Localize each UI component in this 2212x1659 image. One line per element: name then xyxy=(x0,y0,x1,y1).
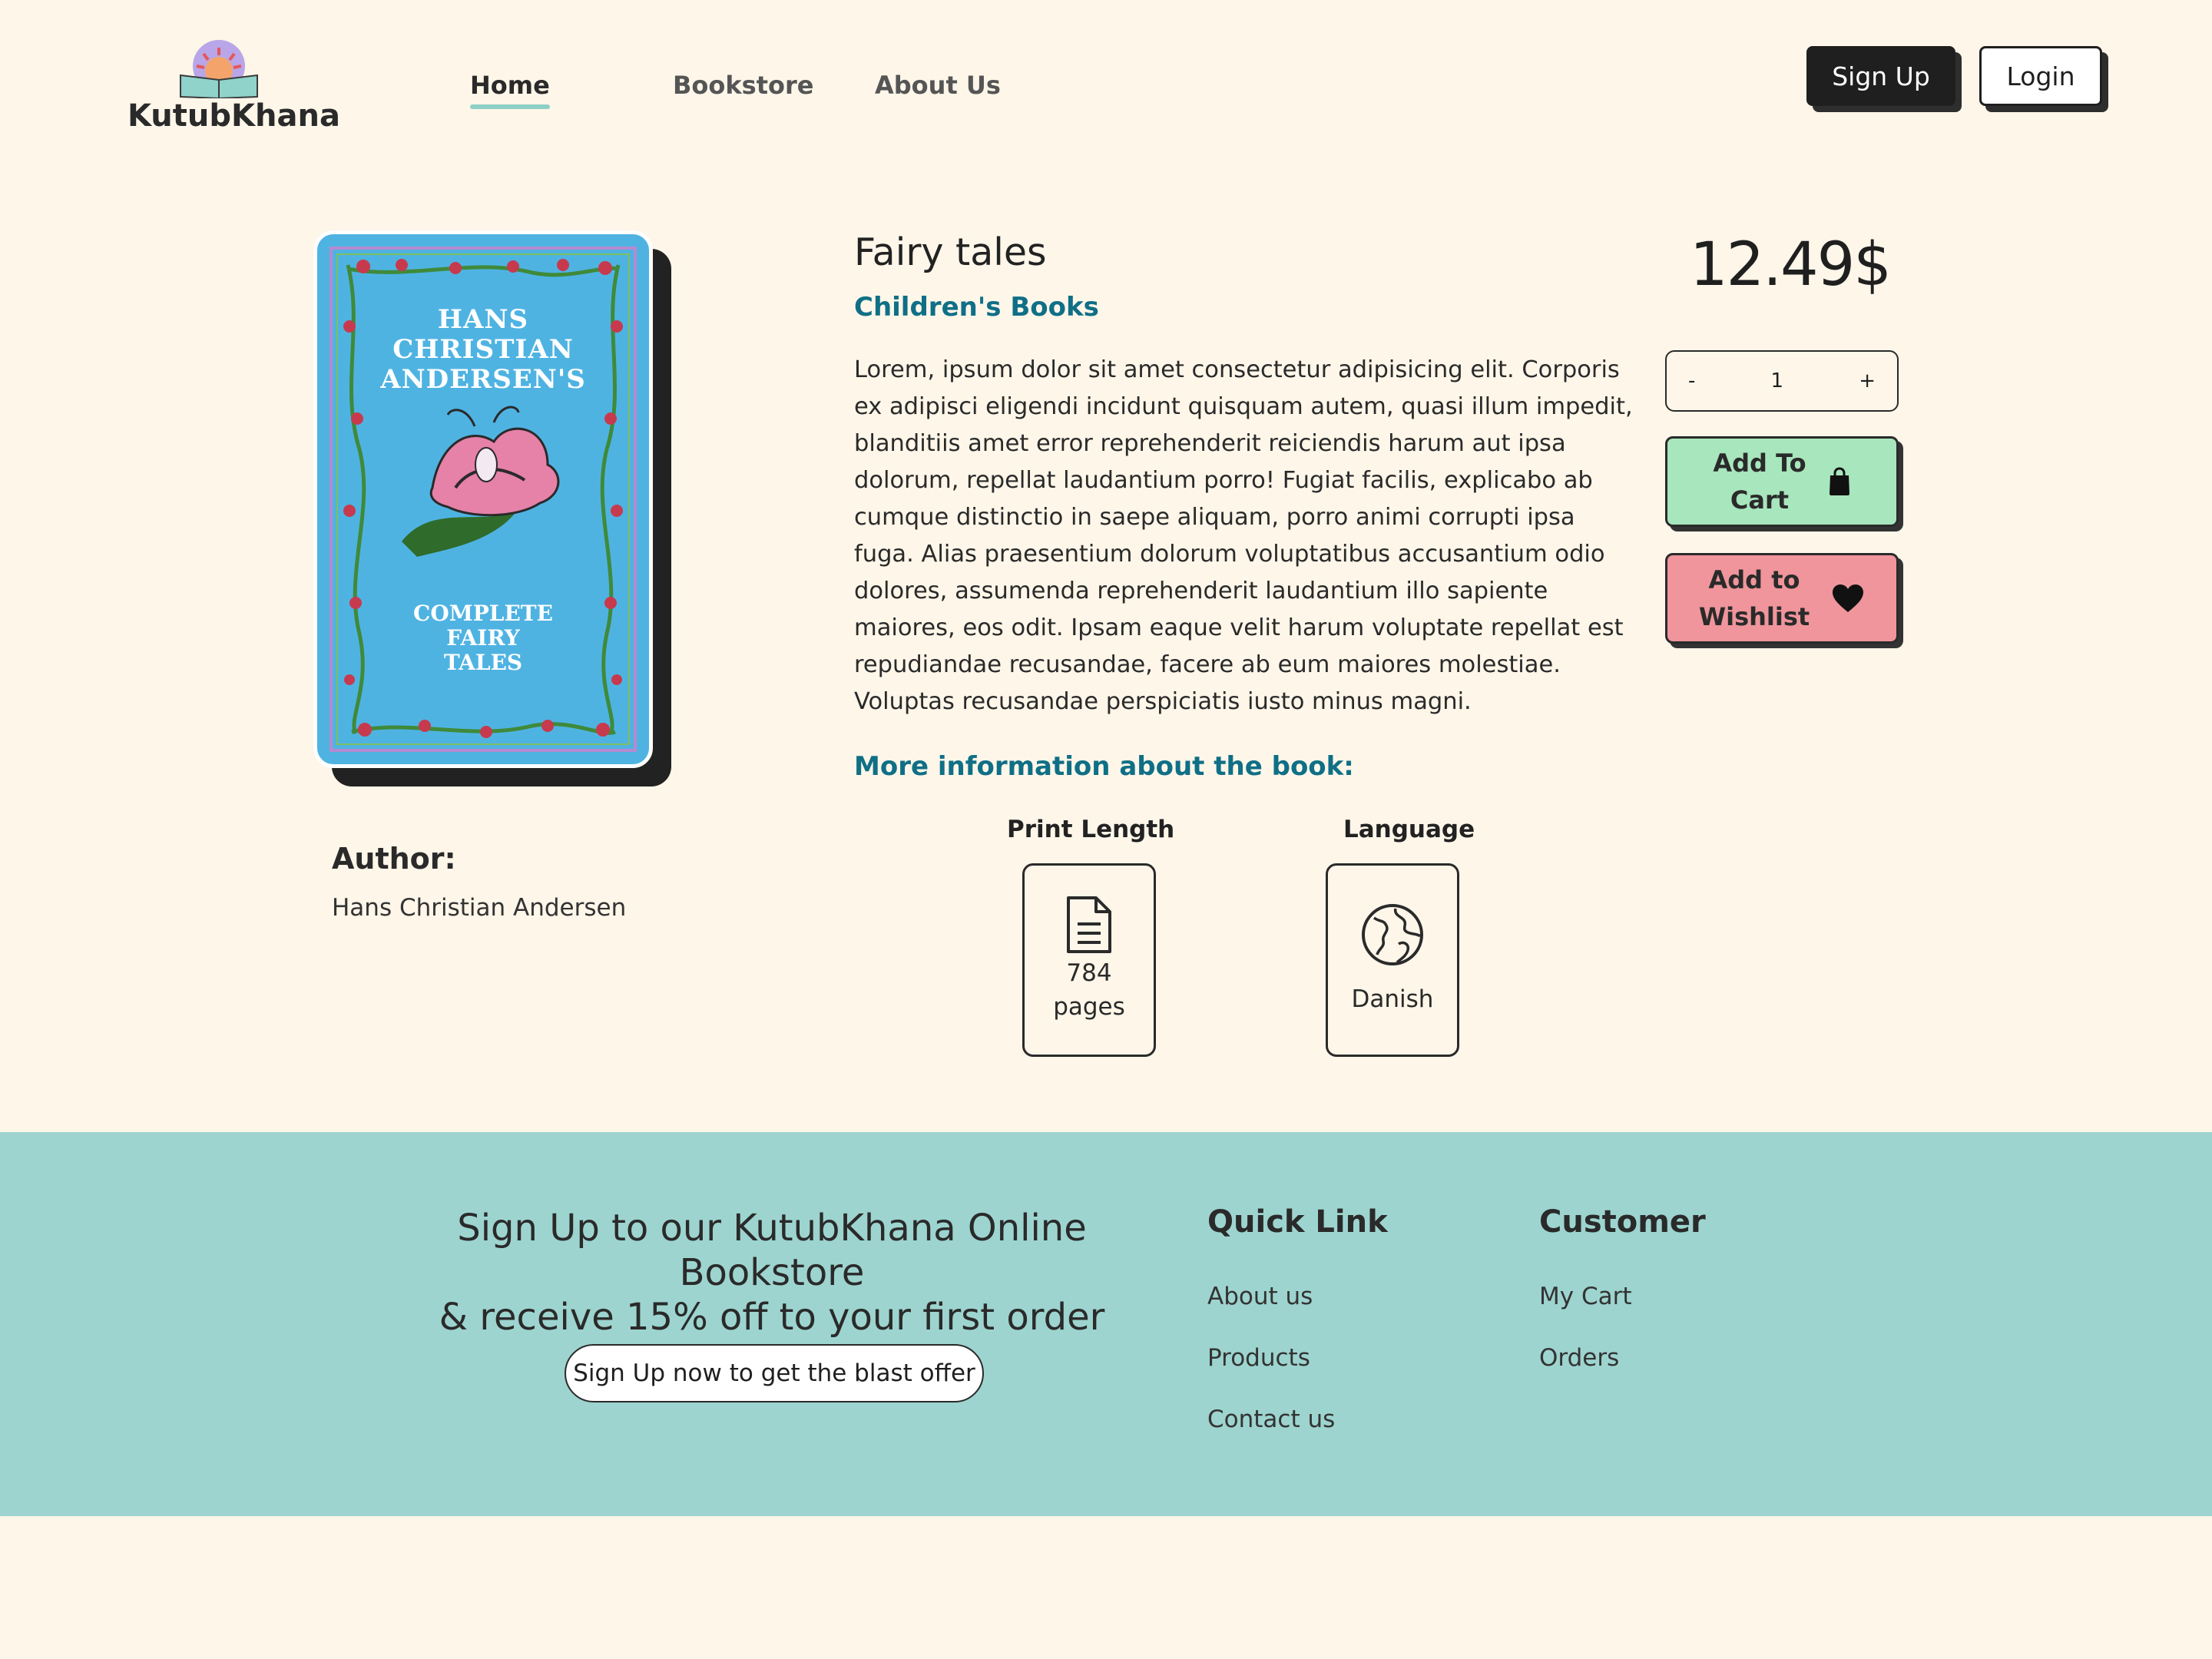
language-label: Language xyxy=(1343,816,1475,843)
quantity-value[interactable]: 1 xyxy=(1771,369,1784,392)
document-icon xyxy=(1067,896,1111,953)
promo-line-1: Sign Up to our KutubKhana Online Booksto… xyxy=(457,1207,1087,1294)
add-to-wishlist-label-1: Add to xyxy=(1708,565,1800,594)
footer-link-about-us[interactable]: About us xyxy=(1207,1283,1313,1310)
customer-heading: Customer xyxy=(1539,1204,1706,1240)
language-card: Danish xyxy=(1326,863,1459,1057)
add-to-cart-label-2: Cart xyxy=(1730,485,1790,515)
add-to-wishlist-label-2: Wishlist xyxy=(1698,602,1810,631)
signup-button[interactable]: Sign Up xyxy=(1806,46,1955,106)
cover-subtitle: COMPLETE FAIRY TALES xyxy=(413,601,553,675)
more-info-heading: More information about the book: xyxy=(854,751,1354,782)
nav-home[interactable]: Home xyxy=(470,71,550,109)
footer: Sign Up to our KutubKhana Online Booksto… xyxy=(0,1132,2212,1516)
quantity-increment-button[interactable]: + xyxy=(1859,369,1876,392)
promo-signup-button[interactable]: Sign Up now to get the blast offer xyxy=(565,1344,984,1402)
logo-sun-book-icon xyxy=(180,40,258,98)
promo-line-2: & receive 15% off to your first order xyxy=(439,1296,1105,1339)
print-length-label: Print Length xyxy=(1007,816,1175,843)
quantity-decrement-button[interactable]: - xyxy=(1688,369,1695,392)
print-length-unit: pages xyxy=(1053,993,1125,1021)
nav-about-us[interactable]: About Us xyxy=(875,71,1001,100)
footer-link-orders[interactable]: Orders xyxy=(1539,1344,1619,1372)
footer-link-products[interactable]: Products xyxy=(1207,1344,1310,1372)
quick-link-heading: Quick Link xyxy=(1207,1204,1388,1240)
book-genre: Children's Books xyxy=(854,292,1099,323)
heart-icon xyxy=(1833,584,1864,612)
print-length-value: 784 xyxy=(1066,959,1112,987)
book-description: Lorem, ipsum dolor sit amet consectetur … xyxy=(854,356,1633,715)
login-button[interactable]: Login xyxy=(1979,46,2102,106)
add-to-wishlist-button[interactable]: Add to Wishlist xyxy=(1665,553,1899,644)
author-name: Hans Christian Andersen xyxy=(332,894,627,922)
book-cover-image: HANS CHRISTIAN ANDERSEN'S COMPLETE FAIRY… xyxy=(313,230,653,768)
globe-icon xyxy=(1362,904,1423,965)
footer-link-my-cart[interactable]: My Cart xyxy=(1539,1283,1632,1310)
logo-text: KutubKhana xyxy=(127,98,340,134)
book-title: Fairy tales xyxy=(854,230,1047,274)
shopping-bag-icon xyxy=(1829,467,1849,495)
cover-title: HANS CHRISTIAN ANDERSEN'S xyxy=(380,304,586,395)
site-logo[interactable]: KutubKhana xyxy=(127,37,340,137)
language-value: Danish xyxy=(1351,985,1434,1013)
add-to-cart-button[interactable]: Add To Cart xyxy=(1665,436,1899,527)
author-label: Author: xyxy=(332,842,456,876)
quantity-stepper: - 1 + xyxy=(1665,350,1899,412)
add-to-cart-label-1: Add To xyxy=(1713,449,1806,478)
nav-bookstore[interactable]: Bookstore xyxy=(673,71,813,100)
print-length-card: 784 pages xyxy=(1022,863,1156,1057)
book-price: 12.49$ xyxy=(1690,230,1892,300)
promo-text: Sign Up to our KutubKhana Online Booksto… xyxy=(376,1206,1167,1339)
footer-link-contact-us[interactable]: Contact us xyxy=(1207,1406,1335,1433)
